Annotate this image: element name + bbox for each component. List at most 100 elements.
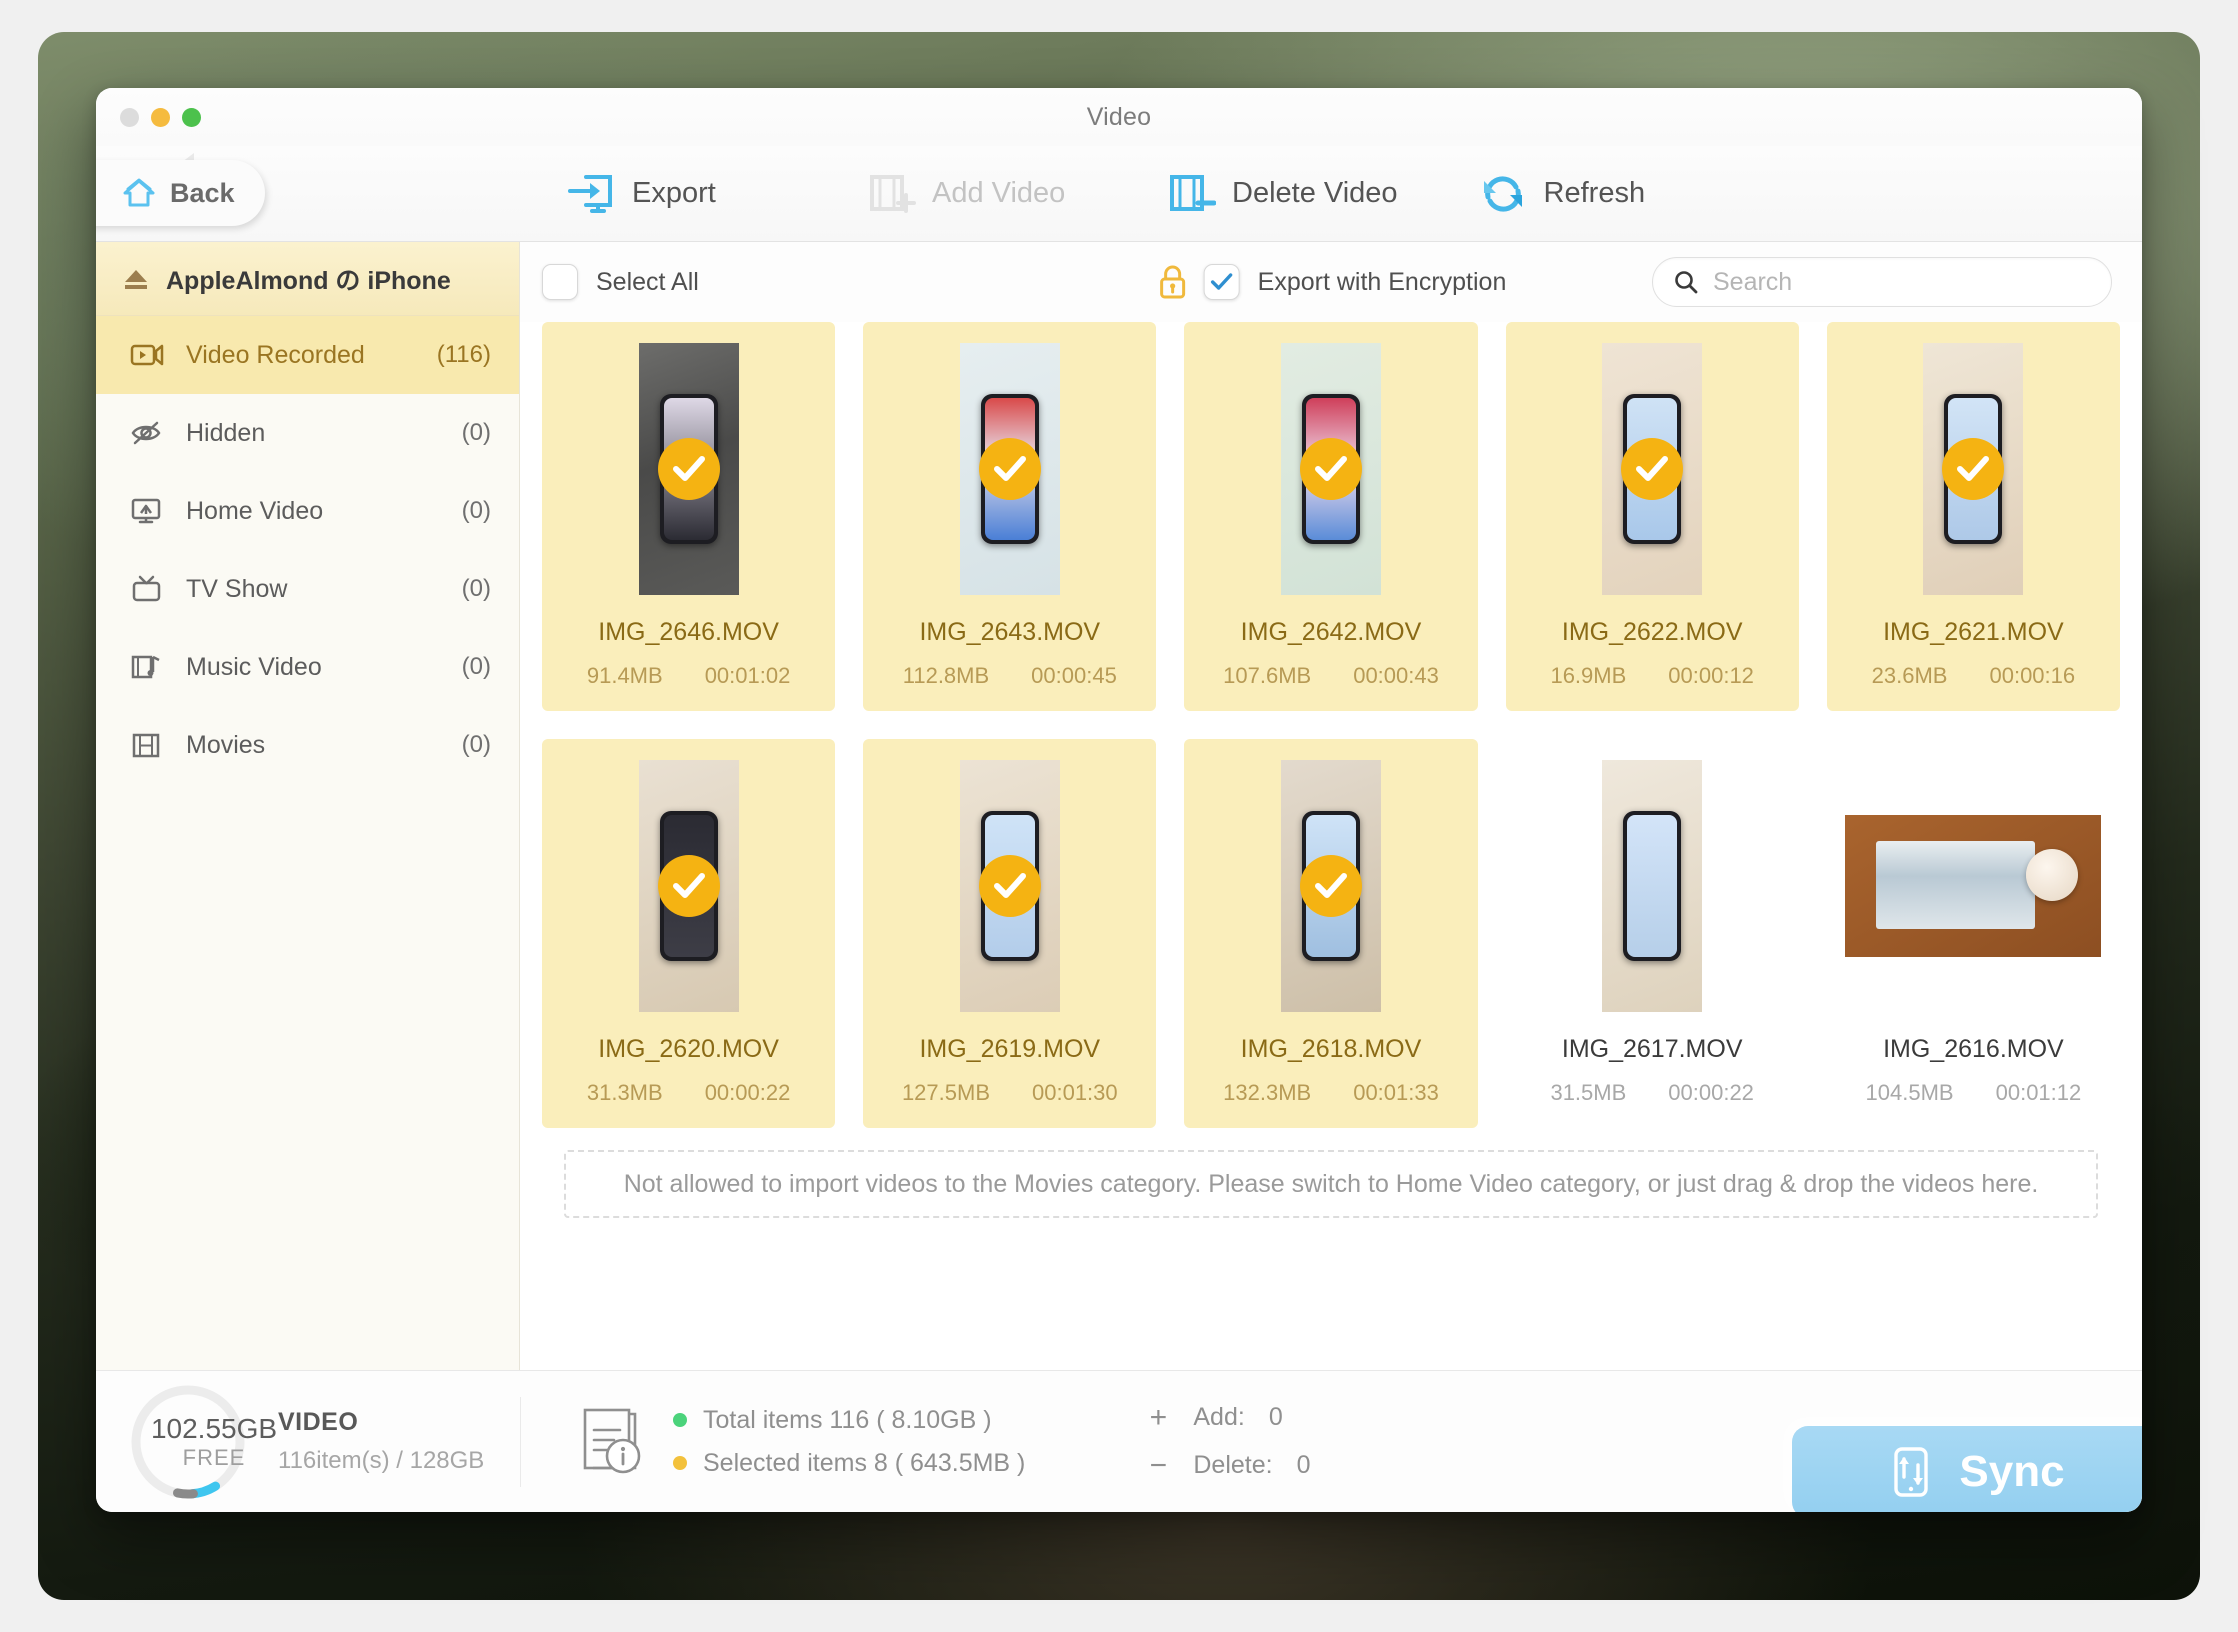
video-grid-container[interactable]: IMG_2646.MOV 91.4MB 00:01:02 IMG_2643.MOV 11… bbox=[520, 322, 2142, 1370]
video-thumbnail bbox=[959, 343, 1060, 595]
video-filename: IMG_2622.MOV bbox=[1561, 618, 1743, 646]
sidebar-item-music-video[interactable]: Music Video (0) bbox=[96, 628, 519, 706]
selected-items-text: Selected items 8 ( 643.5MB ) bbox=[703, 1448, 1026, 1477]
minus-icon: − bbox=[1149, 1448, 1168, 1482]
selected-check-badge[interactable] bbox=[657, 855, 720, 917]
check-icon bbox=[1636, 456, 1669, 481]
video-duration: 00:00:22 bbox=[1668, 1080, 1754, 1105]
sidebar-item-video-recorded[interactable]: Video Recorded (116) bbox=[96, 316, 519, 394]
video-card[interactable]: IMG_2646.MOV 91.4MB 00:01:02 bbox=[542, 322, 836, 711]
refresh-button[interactable]: Refresh bbox=[1438, 171, 1738, 217]
refresh-button-label: Refresh bbox=[1543, 177, 1646, 209]
lock-icon bbox=[1160, 265, 1186, 299]
video-size: 127.5MB bbox=[901, 1080, 990, 1105]
video-filename: IMG_2616.MOV bbox=[1883, 1035, 2064, 1063]
video-duration: 00:01:12 bbox=[1995, 1080, 2082, 1105]
video-meta: 127.5MB 00:01:30 bbox=[902, 1080, 1118, 1106]
storage-kind: VIDEO bbox=[278, 1408, 359, 1436]
device-header[interactable]: AppleAlmond の iPhone bbox=[96, 242, 519, 316]
phone-screen bbox=[1627, 815, 1678, 957]
search-icon bbox=[1675, 271, 1698, 294]
selected-check-badge[interactable] bbox=[978, 438, 1041, 500]
delete-video-button[interactable]: Delete Video bbox=[1126, 171, 1438, 217]
counters-group: + Add: 0 − Delete: 0 bbox=[1147, 1401, 1311, 1483]
video-thumbnail-container bbox=[542, 340, 835, 598]
tv-icon bbox=[132, 575, 161, 602]
video-meta: 23.6MB 00:00:16 bbox=[1872, 663, 2075, 689]
back-button-label: Back bbox=[170, 177, 235, 208]
video-thumbnail bbox=[638, 343, 739, 595]
video-size: 16.9MB bbox=[1550, 663, 1627, 688]
sidebar-item-label: Music Video bbox=[186, 652, 322, 681]
video-card[interactable]: IMG_2642.MOV 107.6MB 00:00:43 bbox=[1184, 322, 1478, 711]
encryption-group: Export with Encryption bbox=[1156, 263, 1506, 301]
phone-in-photo bbox=[1623, 811, 1682, 961]
mat-in-photo bbox=[1876, 840, 2035, 929]
video-card[interactable]: IMG_2619.MOV 127.5MB 00:01:30 bbox=[863, 739, 1157, 1128]
sidebar-item-count: (0) bbox=[461, 731, 491, 758]
sidebar-item-label: Hidden bbox=[186, 418, 266, 447]
sync-button[interactable]: Sync bbox=[1792, 1426, 2142, 1512]
total-items-row: Total items 116 ( 8.10GB ) bbox=[673, 1406, 1025, 1435]
video-duration: 00:00:43 bbox=[1353, 663, 1439, 688]
sidebar-item-home-video[interactable]: Home Video (0) bbox=[96, 472, 519, 550]
video-size: 104.5MB bbox=[1865, 1080, 1954, 1105]
video-meta: 31.3MB 00:00:22 bbox=[587, 1080, 790, 1106]
video-filename: IMG_2643.MOV bbox=[919, 618, 1101, 646]
video-size: 132.3MB bbox=[1223, 1080, 1312, 1105]
video-camera-icon bbox=[130, 344, 164, 366]
selected-check-badge[interactable] bbox=[1299, 855, 1362, 917]
video-card[interactable]: IMG_2617.MOV 31.5MB 00:00:22 bbox=[1505, 739, 1799, 1128]
video-filename: IMG_2646.MOV bbox=[598, 618, 779, 646]
video-card[interactable]: IMG_2620.MOV 31.3MB 00:00:22 bbox=[542, 739, 836, 1128]
video-grid: IMG_2646.MOV 91.4MB 00:01:02 IMG_2643.MOV 11… bbox=[542, 322, 2120, 1128]
export-icon bbox=[568, 174, 612, 213]
storage-items: 116item(s) / 128GB bbox=[278, 1447, 485, 1474]
video-card[interactable]: IMG_2616.MOV 104.5MB 00:01:12 bbox=[1826, 739, 2120, 1128]
add-video-icon bbox=[870, 174, 916, 213]
sidebar-item-tv-show[interactable]: TV Show (0) bbox=[96, 550, 519, 628]
export-button[interactable]: Export bbox=[526, 171, 826, 217]
check-icon bbox=[993, 456, 1026, 481]
video-card[interactable]: IMG_2622.MOV 16.9MB 00:00:12 bbox=[1505, 322, 1799, 711]
export-button-label: Export bbox=[632, 177, 716, 209]
back-button[interactable]: Back bbox=[96, 160, 265, 226]
video-thumbnail bbox=[959, 760, 1060, 1012]
storage-summary: 102.55GB FREE VIDEO 116item(s) / 128GB bbox=[96, 1380, 520, 1504]
selected-check-badge[interactable] bbox=[1299, 438, 1362, 500]
video-thumbnail bbox=[1602, 760, 1703, 1012]
sidebar-item-count: (0) bbox=[461, 653, 491, 680]
search-input[interactable]: Search bbox=[1652, 257, 2112, 307]
video-thumbnail bbox=[1280, 343, 1381, 595]
video-card[interactable]: IMG_2618.MOV 132.3MB 00:01:33 bbox=[1184, 739, 1478, 1128]
status-divider bbox=[520, 1396, 521, 1487]
selected-check-badge[interactable] bbox=[1621, 438, 1684, 500]
video-size: 31.5MB bbox=[1550, 1080, 1627, 1105]
video-meta: 132.3MB 00:01:33 bbox=[1223, 1080, 1439, 1106]
add-video-button[interactable]: Add Video bbox=[826, 171, 1126, 217]
storage-ring: 102.55GB FREE bbox=[126, 1380, 277, 1504]
add-label: Add: bbox=[1193, 1403, 1245, 1431]
robot-vacuum-in-photo bbox=[2026, 849, 2079, 902]
selected-check-badge[interactable] bbox=[1942, 438, 2005, 500]
select-all-checkbox[interactable] bbox=[542, 264, 578, 300]
check-icon bbox=[1957, 456, 1990, 481]
selected-check-badge[interactable] bbox=[657, 438, 720, 500]
selected-check-badge[interactable] bbox=[978, 855, 1041, 917]
sidebar: AppleAlmond の iPhone Video Recorded (116… bbox=[96, 242, 520, 1370]
encryption-checkbox[interactable] bbox=[1203, 264, 1240, 300]
sidebar-item-label: Video Recorded bbox=[186, 340, 365, 369]
select-all-label: Select All bbox=[596, 267, 699, 296]
video-card[interactable]: IMG_2643.MOV 112.8MB 00:00:45 bbox=[863, 322, 1157, 711]
delete-video-button-label: Delete Video bbox=[1232, 177, 1398, 209]
video-card[interactable]: IMG_2621.MOV 23.6MB 00:00:16 bbox=[1826, 322, 2120, 711]
sidebar-item-hidden[interactable]: Hidden (0) bbox=[96, 394, 519, 472]
video-filename: IMG_2620.MOV bbox=[598, 1035, 779, 1063]
app-window: Video Back Export Add Video Delete Video… bbox=[96, 88, 2142, 1512]
video-thumbnail-container bbox=[1506, 757, 1799, 1015]
sidebar-item-count: (0) bbox=[461, 575, 491, 602]
storage-free-label: FREE bbox=[182, 1444, 246, 1470]
video-thumbnail-container bbox=[863, 340, 1156, 598]
sidebar-item-movies[interactable]: Movies (0) bbox=[96, 706, 519, 784]
video-size: 31.3MB bbox=[586, 1080, 663, 1105]
